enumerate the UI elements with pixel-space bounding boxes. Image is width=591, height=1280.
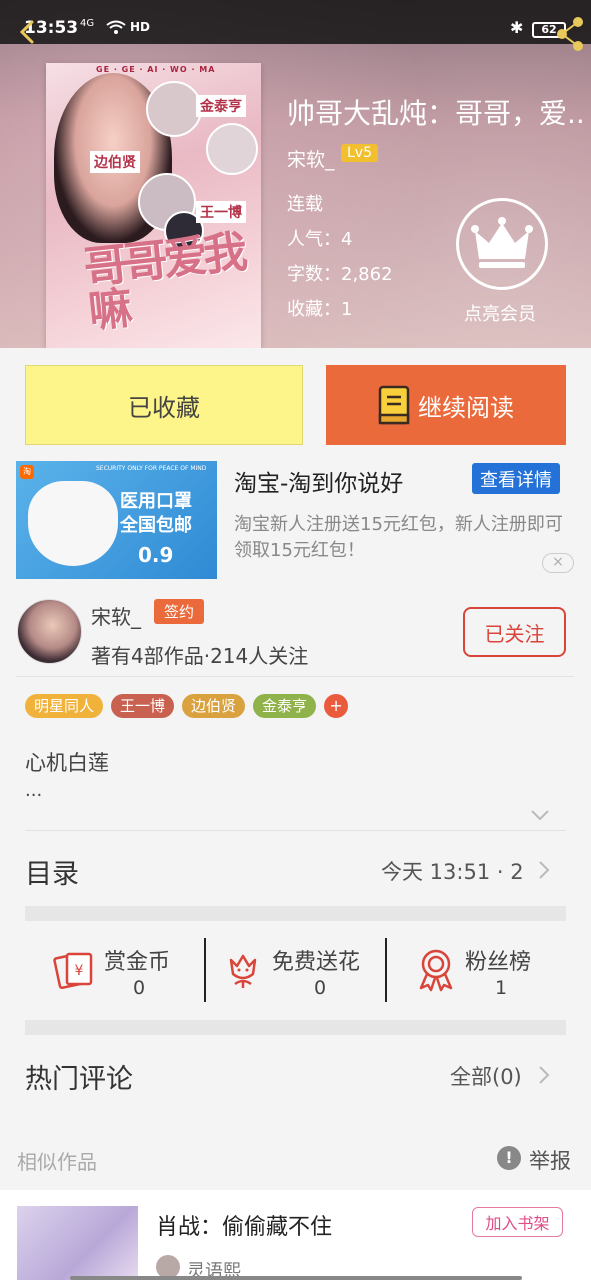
summary-text: 心机白莲 [25,751,109,775]
tag-list: 明星同人 王一博 边伯贤 金泰亨 + [25,694,349,718]
reward-coin-label[interactable]: 赏金币 [104,944,170,976]
svg-text:¥: ¥ [75,963,84,979]
fan-rank-label[interactable]: 粉丝榜 [465,944,531,976]
signal-icon: 4G [80,18,95,29]
vip-button[interactable] [456,198,548,290]
home-indicator[interactable] [70,1276,522,1280]
free-flower-label[interactable]: 免费送花 [272,944,360,976]
ad-image-text2: 全国包邮 [120,515,192,536]
similar-works-header: 相似作品 [17,1150,97,1174]
ad-details-button[interactable]: 查看详情 [472,463,560,494]
summary-ellipsis: ... [25,780,43,801]
red-envelope-icon[interactable]: ¥ [53,948,95,990]
similar-book-cover[interactable] [17,1206,138,1280]
book-title: 帅哥大乱炖：哥哥，爱... [287,97,587,130]
divider [385,938,387,1002]
tag-item[interactable]: 边伯贤 [182,694,246,718]
ad-image-price: 0.9 [138,543,174,567]
level-badge: Lv5 [341,144,378,162]
hot-comments-title: 热门评论 [25,1064,133,1095]
ad-title[interactable]: 淘宝-淘到你说好 [234,464,403,498]
reward-coin-value: 0 [133,977,146,999]
all-comments-link[interactable]: 全部(0) [450,1061,522,1091]
favorited-label: 已收藏 [128,393,200,422]
report-link[interactable]: 举报 [529,1145,571,1175]
ad-close-icon[interactable]: × [542,553,574,573]
author-stats: 著有4部作品·214人关注 [91,644,309,668]
tag-item[interactable]: 王一博 [111,694,175,718]
section-separator [25,1020,566,1035]
cover-top-text: GE · GE · AI · WO · MA [96,65,216,74]
chevron-right-icon[interactable] [538,860,550,880]
cover-name-3: 王一博 [196,201,246,223]
status-bar: 13:53 4G HD ✱ 62 [0,0,591,44]
add-to-shelf-button[interactable]: 加入书架 [472,1207,563,1237]
crown-icon [471,217,533,268]
tag-item[interactable]: 明星同人 [25,694,104,718]
ad-image-text1: 医用口罩 [120,491,192,512]
divider [16,676,574,677]
taobao-logo-icon: 淘 [20,465,34,479]
signed-badge: 签约 [154,599,205,624]
cover-name-1: 金泰亨 [196,95,246,117]
medal-icon[interactable] [416,948,456,992]
continue-reading-label: 继续阅读 [418,393,514,422]
expand-chevron-down-icon[interactable] [530,808,550,822]
follow-button[interactable]: 已关注 [463,607,566,657]
book-status: 连载 [287,194,323,215]
ad-description[interactable]: 淘宝新人注册送15元红包，新人注册即可领取15元红包！ [234,512,576,564]
similar-book-title[interactable]: 肖战：偷偷藏不住 [156,1209,332,1241]
book-author[interactable]: 宋软_ [287,145,335,172]
fan-rank-value: 1 [495,977,508,999]
flower-icon[interactable] [223,950,263,990]
vip-label[interactable]: 点亮会员 [464,300,536,326]
back-arrow-icon[interactable] [14,18,42,46]
tag-item[interactable]: 金泰亨 [253,694,317,718]
free-flower-value: 0 [314,977,327,999]
mask-image [28,481,118,566]
continue-reading-button[interactable]: 继续阅读 [326,365,566,445]
ad-image[interactable]: 淘 SECURITY ONLY FOR PEACE OF MIND 医用口罩 全… [16,461,217,579]
hd-icon: HD [130,20,151,34]
catalog-latest[interactable]: 今天 13:51 · 2 [381,856,524,886]
book-icon [378,385,410,425]
bluetooth-icon: ✱ [510,18,524,37]
cover-title: 哥哥爱我嘛 [81,226,246,338]
add-tag-icon[interactable]: + [324,694,349,718]
book-popularity: 人气：4 [287,229,353,250]
cover-name-2: 边伯贤 [90,151,140,173]
book-word-count: 字数：2,862 [287,264,393,285]
divider [204,938,206,1002]
cover-circle-2 [206,123,258,175]
book-favorites: 收藏：1 [287,299,353,320]
cover-circle-1 [146,81,202,137]
author-avatar[interactable] [17,599,82,664]
wifi-icon [106,20,126,34]
author-name[interactable]: 宋软_ [91,601,141,630]
ad-image-small-text: SECURITY ONLY FOR PEACE OF MIND [96,465,207,472]
book-cover[interactable]: GE · GE · AI · WO · MA 金泰亨 边伯贤 王一博 哥哥爱我嘛 [46,63,261,348]
section-separator [25,906,566,921]
divider [25,830,566,831]
report-icon[interactable]: ! [497,1146,521,1170]
share-icon[interactable] [556,16,586,52]
catalog-title[interactable]: 目录 [25,852,79,891]
favorited-button[interactable]: 已收藏 [25,365,303,445]
chevron-right-icon[interactable] [538,1065,550,1085]
